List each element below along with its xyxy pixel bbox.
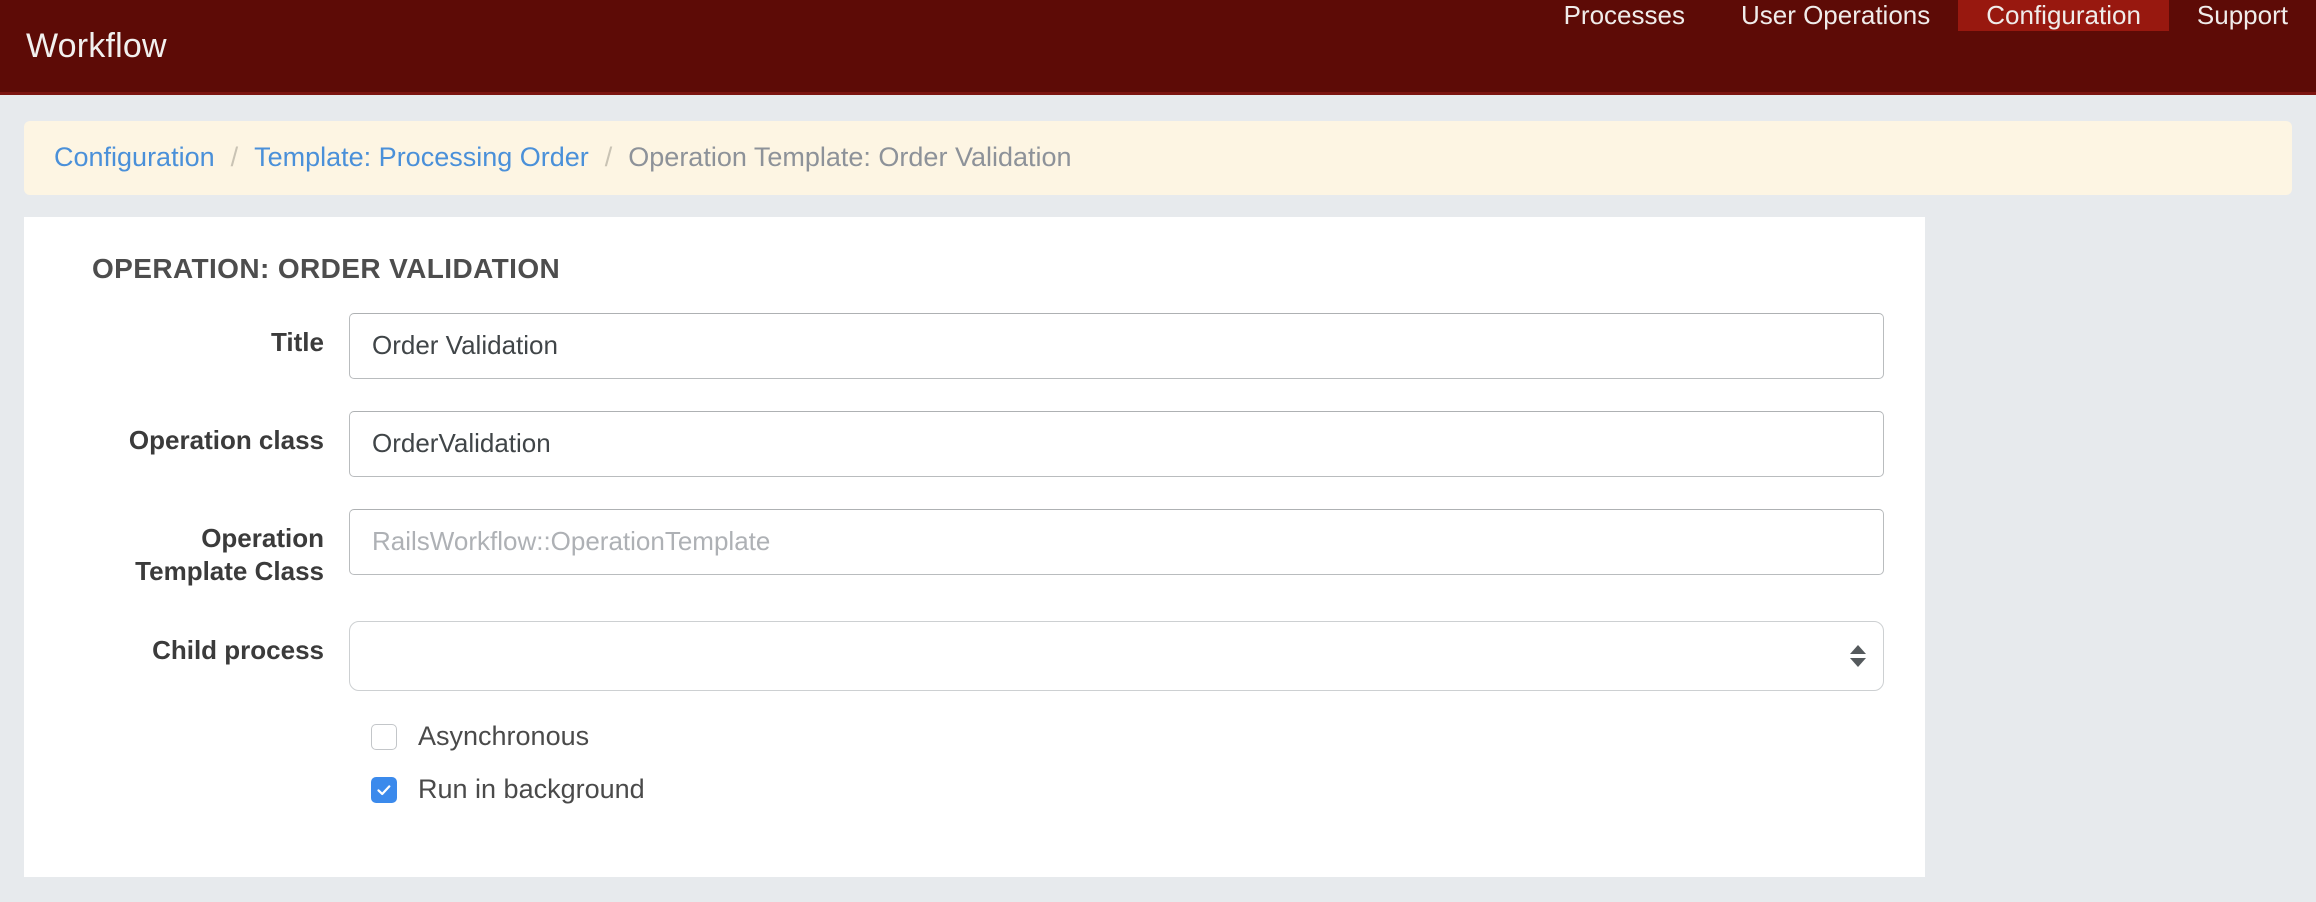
- top-navbar: Workflow Processes User Operations Confi…: [0, 0, 2316, 95]
- field-wrap-child-process: [349, 621, 1884, 692]
- form-row-operation-class: Operation class: [64, 410, 1885, 477]
- nav-item-support[interactable]: Support: [2169, 0, 2316, 31]
- child-process-select[interactable]: [349, 621, 1884, 692]
- check-icon: [377, 785, 391, 795]
- form-row-operation-template-class: Operation Template Class: [64, 508, 1885, 590]
- breadcrumb-item-template[interactable]: Template: Processing Order: [254, 142, 589, 173]
- nav-item-configuration[interactable]: Configuration: [1958, 0, 2169, 31]
- operation-panel: OPERATION: ORDER VALIDATION Title Operat…: [24, 216, 1925, 877]
- form-row-title: Title: [64, 312, 1885, 379]
- checkbox-group-run-in-background[interactable]: Run in background: [349, 776, 645, 803]
- page-title: OPERATION: ORDER VALIDATION: [92, 252, 561, 284]
- form-row-asynchronous: Asynchronous: [64, 723, 1885, 750]
- title-input[interactable]: [349, 312, 1884, 379]
- content-container: OPERATION: ORDER VALIDATION Title Operat…: [0, 195, 2316, 877]
- checkbox-group-asynchronous[interactable]: Asynchronous: [349, 723, 589, 750]
- breadcrumb-item-current: Operation Template: Order Validation: [628, 142, 1072, 172]
- nav-item-processes[interactable]: Processes: [1536, 0, 1713, 31]
- label-line-2: Template Class: [135, 556, 324, 587]
- field-wrap-operation-class: [349, 410, 1884, 477]
- breadcrumb-separator: /: [230, 142, 239, 172]
- breadcrumb-separator: /: [604, 142, 613, 172]
- run-in-background-checkbox[interactable]: [371, 776, 397, 803]
- asynchronous-checkbox[interactable]: [371, 723, 397, 750]
- brand-logo[interactable]: Workflow: [0, 0, 167, 92]
- breadcrumb: Configuration / Template: Processing Ord…: [24, 121, 2292, 195]
- field-wrap-operation-template-class: [349, 508, 1884, 575]
- asynchronous-label[interactable]: Asynchronous: [418, 723, 589, 750]
- operation-class-input[interactable]: [349, 410, 1884, 477]
- label-operation-template-class: Operation Template Class: [64, 509, 349, 590]
- nav-item-user-operations[interactable]: User Operations: [1713, 0, 1958, 31]
- label-operation-class: Operation class: [128, 424, 324, 455]
- child-process-select-wrap: [349, 621, 1884, 692]
- operation-template-class-input[interactable]: [349, 508, 1884, 575]
- field-wrap-title: [349, 312, 1884, 379]
- label-child-process: Child process: [152, 635, 324, 666]
- breadcrumb-item-configuration[interactable]: Configuration: [54, 142, 215, 173]
- breadcrumb-container: Configuration / Template: Processing Ord…: [0, 95, 2316, 195]
- main-navigation: Processes User Operations Configuration …: [1536, 0, 2316, 92]
- label-title: Title: [271, 326, 324, 357]
- form-row-run-in-background: Run in background: [64, 776, 1885, 803]
- label-line-1: Operation: [201, 522, 324, 553]
- run-in-background-label[interactable]: Run in background: [418, 776, 645, 803]
- form-row-child-process: Child process: [64, 621, 1885, 692]
- operation-form: Title Operation class Operation Template…: [64, 312, 1885, 804]
